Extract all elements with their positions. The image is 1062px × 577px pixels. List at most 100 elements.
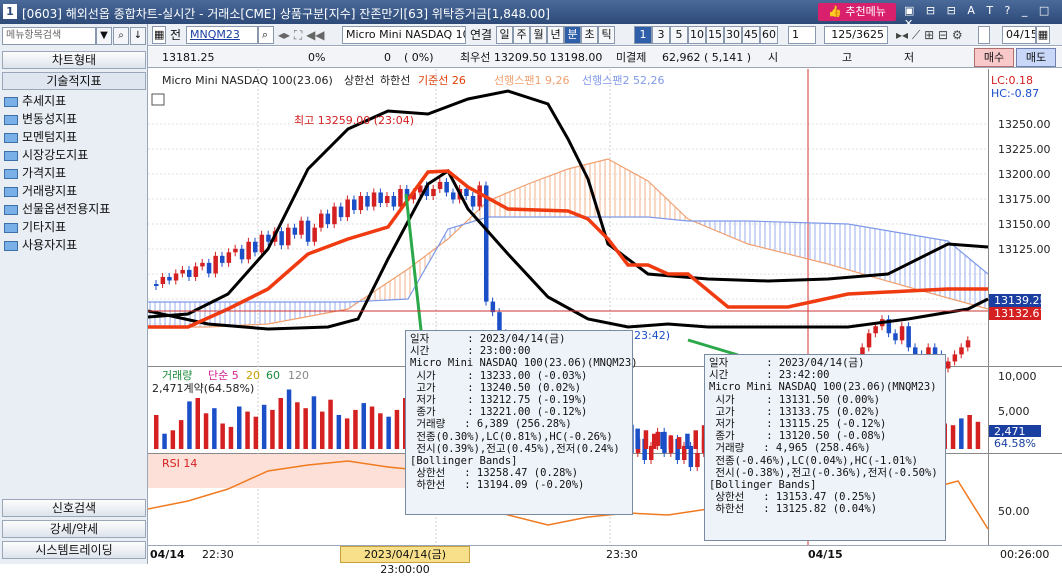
volume-bar xyxy=(693,430,698,449)
candle xyxy=(325,213,331,225)
strength-button[interactable]: 강세/약세 xyxy=(2,520,146,538)
lc-label: LC:0.18 xyxy=(991,74,1033,87)
settings-icon[interactable]: ▦ xyxy=(152,26,166,44)
window-number: 1 xyxy=(3,4,17,19)
chart-type-button[interactable]: 차트형태 xyxy=(2,51,146,69)
y-tick: 13200.00 xyxy=(998,168,1051,181)
candle xyxy=(173,273,179,281)
candle xyxy=(358,196,364,211)
low-note: 23:42) xyxy=(634,329,670,342)
minute-button[interactable]: 10 xyxy=(688,26,706,44)
volume-bar xyxy=(386,416,391,449)
tree-item[interactable]: 변동성지표 xyxy=(4,110,77,128)
candle xyxy=(246,241,251,260)
dropdown-icon[interactable]: ▼ xyxy=(96,27,112,45)
period-button[interactable]: 초 xyxy=(581,26,598,44)
candle xyxy=(193,266,199,277)
volume-bar xyxy=(270,409,275,449)
time-label-2230: 22:30 xyxy=(202,548,234,561)
candle xyxy=(160,276,166,284)
down-arrow-icon[interactable]: ↓ xyxy=(130,27,146,45)
tree-item[interactable]: 모멘텀지표 xyxy=(4,128,77,146)
checkbox[interactable] xyxy=(978,26,990,44)
tree-item[interactable]: 사용자지표 xyxy=(4,236,77,254)
tree-item-label: 선물옵션전용지표 xyxy=(22,202,111,216)
tool-icons[interactable]: ▸◂ ⟋ ⊞ ⊟ ⚙ xyxy=(896,26,963,44)
minute-button[interactable]: 3 xyxy=(652,26,670,44)
vol-tick: 10,000 xyxy=(998,370,1037,383)
y-tick: 13225.00 xyxy=(998,143,1051,156)
period-button[interactable]: 일 xyxy=(496,26,513,44)
search-icon[interactable]: ⌕ xyxy=(113,27,129,45)
tree-item[interactable]: 거래량지표 xyxy=(4,182,77,200)
toolbar-misc-icons[interactable]: ◂▸ ⛶ ◀◀ xyxy=(278,26,325,44)
chart-area[interactable]: Micro Mini NASDAQ 100(23.06) 상한선 하한선 기준선 26… xyxy=(147,69,1062,545)
volume-bar xyxy=(253,416,259,449)
tree-item[interactable]: 기타지표 xyxy=(4,218,66,236)
sell-button[interactable]: 매도 xyxy=(1016,48,1056,67)
candle xyxy=(866,333,872,348)
volume-bar xyxy=(967,415,972,449)
price-tag: 13139.25 xyxy=(994,294,1047,307)
candle xyxy=(352,199,357,211)
ma120-legend: 120 xyxy=(288,369,309,382)
period-button[interactable]: 년 xyxy=(547,26,564,44)
signal-search-button[interactable]: 신호검색 xyxy=(2,499,146,517)
period-button[interactable]: 분 xyxy=(564,26,581,44)
candle xyxy=(345,199,350,218)
minute-button[interactable]: 1 xyxy=(634,26,652,44)
candle xyxy=(365,196,370,207)
ma20-legend: 20 xyxy=(246,369,260,382)
volume-legend: 거래량 xyxy=(162,369,192,382)
tree-item-label: 모멘텀지표 xyxy=(22,130,78,144)
recommend-menu-button[interactable]: 👍 추천메뉴 xyxy=(818,3,896,21)
legend-lower: 하한선 xyxy=(380,73,410,87)
volume-pct: ( 0%) xyxy=(404,51,434,64)
volume-bar xyxy=(195,398,200,449)
period-button[interactable]: 주 xyxy=(513,26,530,44)
volume-bar xyxy=(303,408,308,449)
tooltip-2300: 일자 : 2023/04/14(금) 시간 : 23:00:00 Micro M… xyxy=(405,330,638,515)
minute-button[interactable]: 30 xyxy=(724,26,742,44)
period-button[interactable]: 월 xyxy=(530,26,547,44)
search-icon[interactable]: ⌕ xyxy=(258,26,274,44)
date-field[interactable]: 04/15 xyxy=(1002,26,1036,44)
left-panel: 메뉴항목검색 ▼ ⌕ ↓ 차트형태 기술적지표 추세지표 변동성지표모멘텀지표시장… xyxy=(0,24,148,564)
vol-tick: 5,000 xyxy=(998,405,1030,418)
link-label[interactable]: 연결 xyxy=(470,26,492,44)
volume-bar xyxy=(336,415,342,449)
candle xyxy=(319,213,324,228)
candle xyxy=(444,181,449,193)
minute-button[interactable]: 15 xyxy=(706,26,724,44)
minute-button[interactable]: 45 xyxy=(742,26,760,44)
high-note: 최고 13259.00 (23:04) xyxy=(294,114,414,127)
tree-item[interactable]: 가격지표 xyxy=(4,164,66,182)
buy-button[interactable]: 매수 xyxy=(974,48,1014,67)
folder-icon xyxy=(4,222,18,233)
interval-select[interactable]: 1 xyxy=(788,26,816,44)
legend-kijun: 기준선 26 xyxy=(418,74,466,87)
volume-bar xyxy=(361,403,366,449)
volume-bar xyxy=(344,418,350,449)
minute-button[interactable]: 5 xyxy=(670,26,688,44)
tree-item-label: 시장강도지표 xyxy=(22,148,89,162)
vol-ma-legend: 단순 5 xyxy=(208,369,239,382)
open-label: 시 xyxy=(768,51,779,64)
calendar-icon[interactable]: ▦ xyxy=(1036,26,1050,44)
period-button[interactable]: 틱 xyxy=(598,26,615,44)
code-input[interactable]: MNQM23 xyxy=(186,26,258,44)
product-name-field[interactable]: Micro Mini NASDAQ 10 xyxy=(342,26,466,44)
recommend-label: 추천메뉴 xyxy=(845,5,886,18)
system-trading-button[interactable]: 시스템트레이딩 xyxy=(2,541,146,559)
tree-item[interactable]: 시장강도지표 xyxy=(4,146,88,164)
tech-indicator-header[interactable]: 기술적지표 xyxy=(2,72,146,90)
candle xyxy=(259,234,265,253)
tree-item[interactable]: 선물옵션전용지표 xyxy=(4,200,110,218)
volume-bar xyxy=(278,398,283,449)
menu-search-input[interactable]: 메뉴항목검색 xyxy=(2,27,96,45)
count-field[interactable]: 125/3625 xyxy=(824,26,888,44)
tree-item[interactable]: 추세지표 xyxy=(4,92,66,110)
chart-legend: Micro Mini NASDAQ 100(23.06) xyxy=(162,74,333,87)
volume-bar xyxy=(660,432,665,449)
minute-button[interactable]: 60 xyxy=(760,26,778,44)
